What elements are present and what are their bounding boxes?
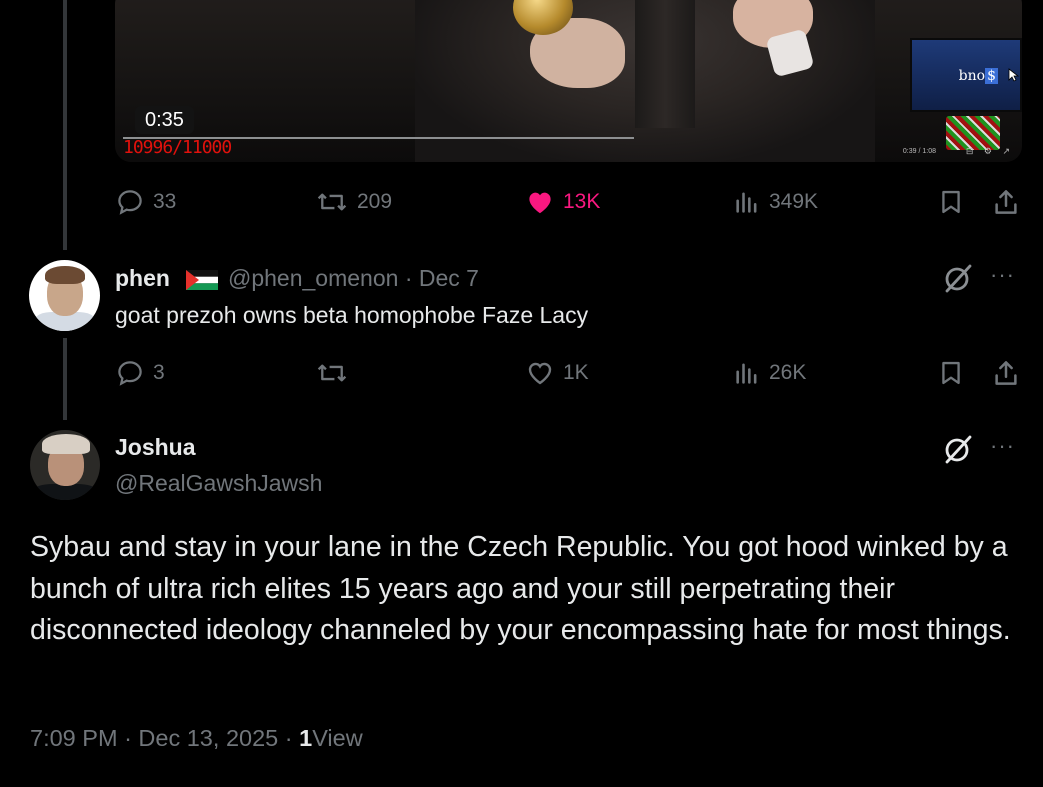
like-count: 13K xyxy=(563,190,601,213)
repost-count: 209 xyxy=(357,190,393,213)
more-options-icon[interactable]: ··· xyxy=(990,262,1015,288)
post-time[interactable]: 7:09 PM xyxy=(30,725,118,751)
views-icon xyxy=(736,363,757,384)
views-icon xyxy=(736,192,757,213)
repost-icon xyxy=(317,364,347,382)
reply-display-name[interactable]: phen xyxy=(115,265,170,292)
reply-views-button[interactable]: 26K xyxy=(733,356,806,390)
share-button[interactable] xyxy=(991,185,1021,219)
heart-filled-icon xyxy=(529,192,551,214)
reply-bookmark-button[interactable] xyxy=(937,356,965,390)
reply-reply-count: 3 xyxy=(153,361,165,384)
focused-post-handle[interactable]: @RealGawshJawsh xyxy=(115,470,322,497)
reply-date[interactable]: Dec 7 xyxy=(419,265,479,291)
grok-icon[interactable] xyxy=(943,263,973,293)
reply-like-count: 1K xyxy=(563,361,589,384)
view-label: View xyxy=(312,725,363,751)
views-count: 349K xyxy=(769,190,819,213)
reply-handle[interactable]: @phen_omenon xyxy=(228,265,398,291)
reply-handle-line: @phen_omenon · Dec 7 xyxy=(228,265,479,292)
palestine-flag-icon xyxy=(186,270,218,290)
share-icon xyxy=(995,361,1017,385)
view-count: 1 xyxy=(299,725,313,751)
reply-views-count: 26K xyxy=(769,361,807,384)
thread-line-middle xyxy=(63,338,67,420)
avatar-hat xyxy=(42,434,90,454)
reply-repost-button[interactable] xyxy=(315,356,357,390)
reply-like-button[interactable]: 1K xyxy=(525,356,589,390)
repost-icon xyxy=(317,193,347,211)
video-player[interactable]: bno $ 0:35 10996/11000 0:39 / 1:08 ⊟ ⚙ ↗ xyxy=(115,0,1022,162)
focused-post-display-name[interactable]: Joshua xyxy=(115,434,196,461)
like-button[interactable]: 13K xyxy=(525,185,600,219)
video-overlay-text: bno $ xyxy=(958,68,998,84)
bookmark-icon xyxy=(942,361,960,385)
reply-reply-button[interactable]: 3 xyxy=(115,356,165,390)
focused-post-avatar[interactable] xyxy=(30,430,100,500)
heart-outline-icon xyxy=(528,362,552,385)
reply-text: goat prezoh owns beta homophobe Faze Lac… xyxy=(115,302,589,328)
main-tweet-actions: 33 209 13K 349K xyxy=(115,185,1023,219)
meta-separator: · xyxy=(124,725,132,751)
reply-button[interactable]: 33 xyxy=(115,185,176,219)
meta-separator: · xyxy=(284,725,293,751)
video-mini-controls: ⊟ ⚙ ↗ xyxy=(965,146,1014,156)
video-timestamp: 0:35 xyxy=(135,106,194,134)
avatar-hair xyxy=(45,266,85,284)
reply-avatar[interactable] xyxy=(29,260,100,331)
reply-actions: 3 1K 26K xyxy=(115,356,1023,390)
video-overlay-highlight: $ xyxy=(985,68,998,84)
post-date[interactable]: Dec 13, 2025 xyxy=(138,725,278,751)
video-mini-time: 0:39 / 1:08 xyxy=(902,148,936,155)
grok-icon[interactable] xyxy=(943,434,973,464)
video-shirt xyxy=(635,0,695,128)
avatar-shirt xyxy=(34,484,96,500)
bookmark-icon xyxy=(942,190,960,214)
reply-icon xyxy=(118,361,142,386)
reply-share-button[interactable] xyxy=(991,356,1021,390)
thread-line-top xyxy=(63,0,67,250)
video-counter-text: 10996/11000 xyxy=(123,137,232,158)
views-button[interactable]: 349K xyxy=(733,185,818,219)
video-sticker xyxy=(946,116,1000,150)
more-options-icon[interactable]: ··· xyxy=(990,433,1015,459)
bookmark-button[interactable] xyxy=(937,185,965,219)
share-icon xyxy=(995,190,1017,214)
repost-button[interactable]: 209 xyxy=(315,185,392,219)
reply-separator: · xyxy=(404,265,413,291)
reply-icon xyxy=(118,190,142,215)
reply-count: 33 xyxy=(153,190,177,213)
cursor-icon xyxy=(1008,68,1020,82)
focused-post-text: Sybau and stay in your lane in the Czech… xyxy=(30,531,1011,646)
focused-post-meta: 7:09 PM · Dec 13, 2025 · 1View xyxy=(30,725,363,752)
